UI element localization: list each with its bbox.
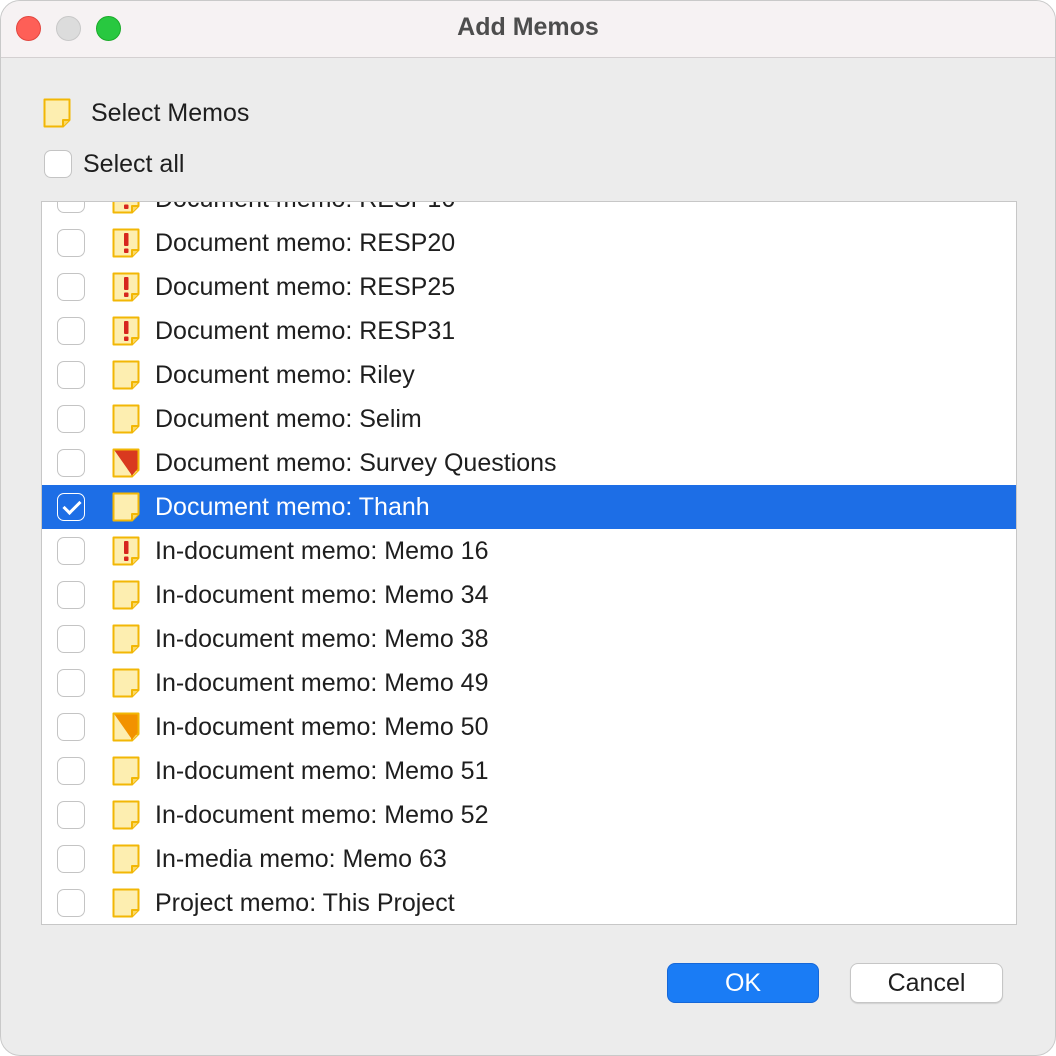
memo-icon bbox=[112, 844, 140, 874]
memo-list-item[interactable]: In-document memo: Memo 34 bbox=[42, 573, 1016, 617]
memo-checkbox[interactable] bbox=[57, 273, 85, 301]
memo-checkbox[interactable] bbox=[57, 625, 85, 653]
memo-label: In-document memo: Memo 38 bbox=[155, 625, 489, 653]
memo-label: Document memo: RESP20 bbox=[155, 229, 456, 257]
memo-label: In-document memo: Memo 50 bbox=[155, 713, 489, 741]
memo-list-item[interactable]: Document memo: Thanh bbox=[42, 485, 1016, 529]
memo-list-item[interactable]: Document memo: RESP16 bbox=[42, 202, 1016, 221]
select-all-checkbox[interactable] bbox=[44, 150, 72, 178]
memo-checkbox[interactable] bbox=[57, 757, 85, 785]
select-memos-header: Select Memos bbox=[43, 97, 249, 129]
memo-alert-icon bbox=[112, 202, 140, 214]
memo-checkbox[interactable] bbox=[57, 449, 85, 477]
memo-checkbox[interactable] bbox=[57, 845, 85, 873]
memo-label: Document memo: RESP25 bbox=[155, 273, 456, 301]
memo-list-item[interactable]: Document memo: Selim bbox=[42, 397, 1016, 441]
add-memos-dialog: Add Memos Select Memos Select all Docume… bbox=[0, 0, 1056, 1056]
memo-icon bbox=[112, 888, 140, 918]
memo-list-item[interactable]: Document memo: RESP31 bbox=[42, 309, 1016, 353]
memo-checkbox[interactable] bbox=[57, 229, 85, 257]
memo-orange-flag-icon bbox=[112, 712, 140, 742]
memo-alert-icon bbox=[112, 316, 140, 346]
memo-icon bbox=[112, 492, 140, 522]
select-memos-label: Select Memos bbox=[91, 98, 250, 127]
memo-label: In-media memo: Memo 63 bbox=[155, 845, 447, 873]
memo-alert-icon bbox=[112, 272, 140, 302]
memo-list-item[interactable]: In-document memo: Memo 38 bbox=[42, 617, 1016, 661]
memo-list-item[interactable]: In-document memo: Memo 50 bbox=[42, 705, 1016, 749]
memo-list[interactable]: Document memo: RESP16 Document memo: RESP… bbox=[41, 201, 1017, 925]
memo-checkbox[interactable] bbox=[57, 889, 85, 917]
memo-list-item[interactable]: In-document memo: Memo 51 bbox=[42, 749, 1016, 793]
memo-list-item[interactable]: Document memo: Survey Questions bbox=[42, 441, 1016, 485]
memo-checkbox[interactable] bbox=[57, 581, 85, 609]
memo-label: In-document memo: Memo 51 bbox=[155, 757, 489, 785]
memo-checkbox[interactable] bbox=[57, 202, 85, 213]
ok-button[interactable]: OK bbox=[667, 963, 819, 1003]
memo-list-item[interactable]: In-document memo: Memo 49 bbox=[42, 661, 1016, 705]
memo-label: Document memo: Selim bbox=[155, 405, 422, 433]
memo-alert-icon bbox=[112, 536, 140, 566]
memo-checkbox[interactable] bbox=[57, 537, 85, 565]
memo-icon bbox=[112, 580, 140, 610]
memo-list-item[interactable]: Document memo: RESP20 bbox=[42, 221, 1016, 265]
memo-checkbox[interactable] bbox=[57, 669, 85, 697]
memo-label: In-document memo: Memo 16 bbox=[155, 537, 489, 565]
memo-checkbox[interactable] bbox=[57, 405, 85, 433]
memo-alert-icon bbox=[112, 228, 140, 258]
memo-label: Document memo: Riley bbox=[155, 361, 415, 389]
memo-label: Project memo: This Project bbox=[155, 889, 455, 917]
memo-label: In-document memo: Memo 52 bbox=[155, 801, 489, 829]
memo-checkbox[interactable] bbox=[57, 361, 85, 389]
memo-list-item[interactable]: In-document memo: Memo 16 bbox=[42, 529, 1016, 573]
memo-list-item[interactable]: In-document memo: Memo 52 bbox=[42, 793, 1016, 837]
memo-icon bbox=[112, 404, 140, 434]
title-bar: Add Memos bbox=[1, 1, 1055, 58]
memo-list-item[interactable]: Document memo: Riley bbox=[42, 353, 1016, 397]
memo-icon bbox=[112, 800, 140, 830]
memo-label: In-document memo: Memo 49 bbox=[155, 669, 489, 697]
memo-list-item[interactable]: In-media memo: Memo 63 bbox=[42, 837, 1016, 881]
cancel-button[interactable]: Cancel bbox=[850, 963, 1003, 1003]
memo-red-flag-icon bbox=[112, 448, 140, 478]
memo-label: Document memo: RESP31 bbox=[155, 317, 456, 345]
memo-list-item[interactable]: Project memo: This Project bbox=[42, 881, 1016, 924]
memo-icon bbox=[112, 756, 140, 786]
memo-checkbox[interactable] bbox=[57, 493, 85, 521]
window-title: Add Memos bbox=[457, 13, 599, 41]
memo-checkbox[interactable] bbox=[57, 317, 85, 345]
memo-checkbox[interactable] bbox=[57, 801, 85, 829]
memo-icon bbox=[112, 668, 140, 698]
memo-label: In-document memo: Memo 34 bbox=[155, 581, 489, 609]
memo-label: Document memo: Thanh bbox=[155, 493, 430, 521]
memo-label: Document memo: RESP16 bbox=[155, 202, 455, 214]
memo-checkbox[interactable] bbox=[57, 713, 85, 741]
memo-icon bbox=[112, 360, 140, 390]
select-all-label[interactable]: Select all bbox=[83, 150, 184, 179]
memo-label: Document memo: Survey Questions bbox=[155, 449, 557, 477]
memo-list-rows: Document memo: RESP16 Document memo: RESP… bbox=[42, 202, 1016, 924]
memo-icon bbox=[43, 98, 71, 128]
memo-list-item[interactable]: Document memo: RESP25 bbox=[42, 265, 1016, 309]
memo-icon bbox=[112, 624, 140, 654]
select-all-row[interactable]: Select all bbox=[44, 148, 184, 180]
